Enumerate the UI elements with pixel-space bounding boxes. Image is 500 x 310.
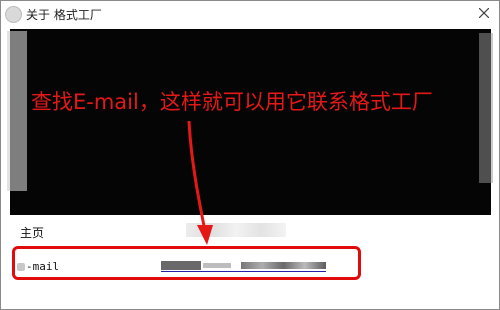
redacted-segment	[203, 263, 231, 268]
email-label: -mail	[17, 260, 59, 273]
annotation-arrow	[187, 121, 213, 245]
annotation-caption: 查找E-mail，这样就可以用它联系格式工厂	[31, 90, 433, 114]
email-link-redacted[interactable]	[161, 259, 326, 273]
redacted-segment	[161, 261, 201, 270]
email-label-text: -mail	[26, 260, 60, 273]
banner-edge-blur	[7, 31, 27, 191]
redacted-char	[17, 263, 25, 271]
link-underline	[161, 271, 326, 272]
homepage-label: 主页	[20, 226, 45, 240]
title-bar: 关于 格式工厂	[1, 1, 499, 27]
close-button[interactable]	[473, 3, 495, 23]
about-banner-image	[10, 29, 491, 215]
app-icon	[5, 6, 22, 23]
banner-edge-blur-right	[479, 33, 493, 183]
redacted-segment	[241, 262, 326, 269]
window-title: 关于 格式工厂	[26, 8, 102, 22]
about-dialog: 关于 格式工厂 查找E-mail，这样就可以用它联系格式工厂 主页 -mail	[0, 0, 500, 310]
close-icon	[479, 8, 489, 18]
